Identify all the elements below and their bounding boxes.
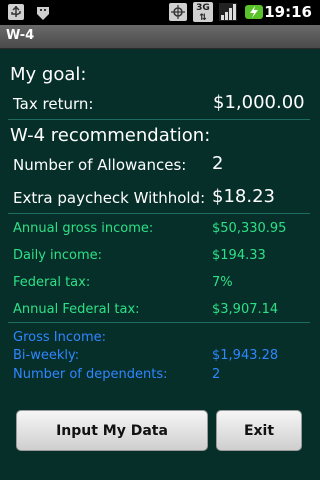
gps-icon [169, 3, 187, 21]
dependents-label: Number of dependents: [13, 367, 168, 382]
3g-signal-icon: 3G ⇅ [193, 2, 213, 23]
federal-tax-label: Federal tax: [13, 275, 91, 290]
clock: 19:16 [264, 3, 312, 21]
annual-gross-value: $50,330.95 [212, 221, 287, 236]
app-title: W-4 [6, 28, 35, 43]
gross-income-label: Gross Income: [13, 330, 106, 345]
daily-income-label: Daily income: [13, 248, 103, 263]
recommendation-heading: W-4 recommendation: [10, 125, 211, 146]
dependents-value: 2 [212, 367, 221, 382]
annual-federal-tax-value: $3,907.14 [212, 302, 279, 317]
exit-button[interactable]: Exit [216, 410, 302, 451]
extra-withhold-label: Extra paycheck Withhold: [13, 189, 206, 207]
usb-icon [8, 4, 24, 20]
extra-withhold-value: $18.23 [212, 186, 275, 207]
divider [8, 119, 310, 120]
daily-income-value: $194.33 [212, 248, 266, 263]
divider [8, 213, 310, 214]
title-bar: W-4 [0, 25, 320, 49]
divider [8, 322, 310, 323]
allowances-label: Number of Allowances: [13, 156, 187, 174]
federal-tax-value: 7% [212, 275, 233, 290]
allowances-value: 2 [212, 153, 224, 174]
biweekly-value: $1,943.28 [212, 348, 279, 363]
status-bar: 3G ⇅ 19:16 [0, 0, 320, 25]
tax-return-value: $1,000.00 [213, 92, 305, 113]
tax-return-label: Tax return: [13, 95, 94, 113]
annual-federal-tax-label: Annual Federal tax: [13, 302, 140, 317]
battery-charging-icon [245, 5, 263, 19]
biweekly-label: Bi-weekly: [13, 348, 80, 363]
annual-gross-label: Annual gross income: [13, 221, 154, 236]
android-debug-icon [37, 7, 49, 20]
input-my-data-button[interactable]: Input My Data [16, 410, 208, 451]
signal-strength-icon [219, 3, 237, 21]
goal-heading: My goal: [10, 64, 87, 85]
